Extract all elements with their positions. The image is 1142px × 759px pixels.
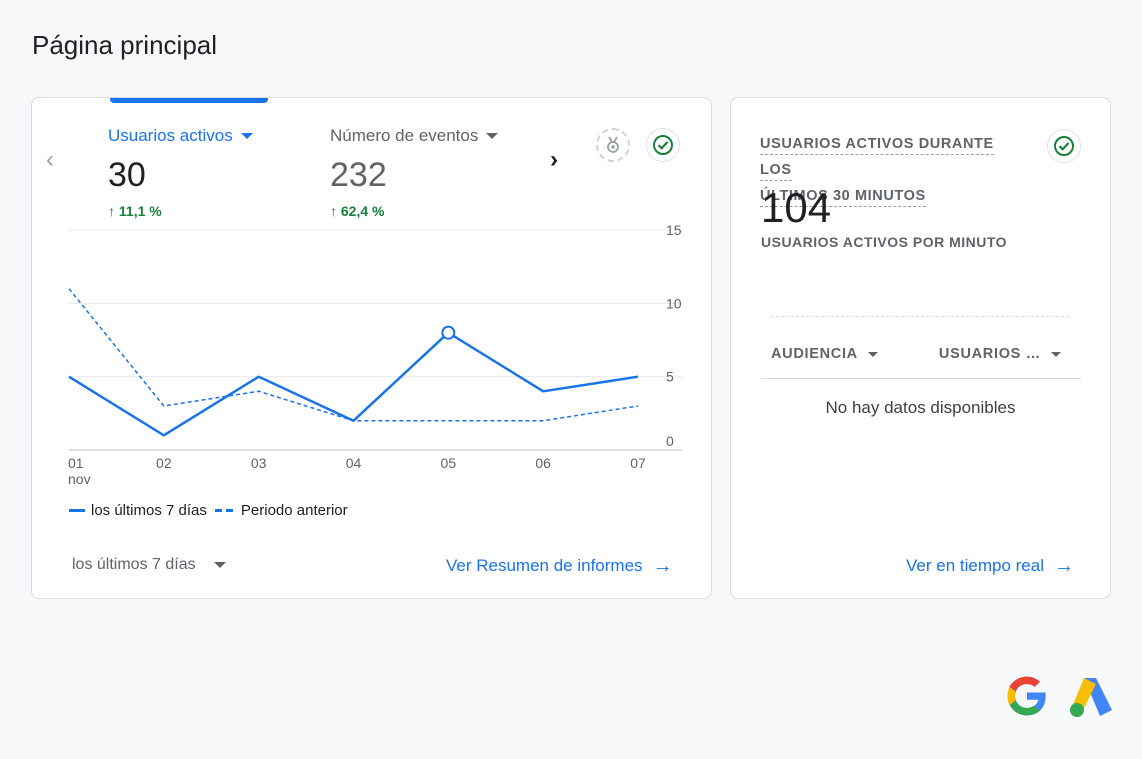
view-reports-link[interactable]: Ver Resumen de informes → xyxy=(446,556,673,576)
x-tick-label: 01 xyxy=(68,455,84,471)
legend-dashed-line xyxy=(214,509,235,512)
caret-down-icon xyxy=(213,562,226,568)
legend-label: los últimos 7 días xyxy=(91,502,207,519)
x-tick-label: 06 xyxy=(535,455,551,471)
page-title: Página principal xyxy=(32,30,218,60)
realtime-value: 104 xyxy=(761,184,832,231)
legend-item-previous: Periodo anterior xyxy=(214,502,348,519)
arrow-right-icon: → xyxy=(652,555,673,577)
x-tick-label: 03 xyxy=(251,455,267,471)
overview-card: ‹ Usuarios activos 30 ↑ 11,1 % Número de… xyxy=(31,97,712,599)
legend-solid-line xyxy=(69,509,85,512)
column-label: AUDIENCIA xyxy=(771,346,858,362)
link-label: Ver en tiempo real xyxy=(906,556,1044,575)
x-tick-label: 07 xyxy=(630,455,646,471)
chart-legend: los últimos 7 días Periodo anterior xyxy=(69,502,356,519)
google-ads-logo-icon xyxy=(1070,678,1112,717)
date-range-dropdown[interactable]: los últimos 7 días xyxy=(72,556,226,574)
y-tick-label: 10 xyxy=(666,295,682,311)
date-range-label: los últimos 7 días xyxy=(72,556,196,573)
users-line-chart: 15 10 5 0 01 02 03 04 05 06 07 nov xyxy=(68,222,682,487)
check-circle-icon[interactable] xyxy=(1047,129,1081,163)
y-tick-label: 0 xyxy=(666,433,674,449)
brand-logos xyxy=(1002,672,1116,720)
caret-down-icon xyxy=(1051,351,1061,357)
x-tick-label: 05 xyxy=(441,455,457,471)
link-label: Ver Resumen de informes xyxy=(446,556,643,575)
realtime-subtitle: USUARIOS ACTIVOS POR MINUTO xyxy=(761,234,1008,250)
y-tick-label: 5 xyxy=(666,369,674,385)
highlight-point xyxy=(441,325,456,340)
realtime-title-line1: USUARIOS ACTIVOS DURANTE LOS xyxy=(760,136,994,181)
series-line-current xyxy=(68,331,639,437)
divider xyxy=(761,378,1081,379)
legend-item-current: los últimos 7 días xyxy=(69,502,207,519)
x-tick-label: 02 xyxy=(156,455,172,471)
arrow-right-icon: → xyxy=(1053,555,1074,577)
x-tick-sublabel: nov xyxy=(68,471,91,487)
realtime-table-header: AUDIENCIA USUARIOS … xyxy=(771,346,1061,362)
audience-column-dropdown[interactable]: AUDIENCIA xyxy=(771,346,878,362)
legend-label: Periodo anterior xyxy=(240,502,348,519)
x-tick-label: 04 xyxy=(346,455,362,471)
users-column-dropdown[interactable]: USUARIOS … xyxy=(939,346,1061,362)
view-realtime-link[interactable]: Ver en tiempo real → xyxy=(906,556,1074,576)
column-label: USUARIOS … xyxy=(938,346,1041,362)
caret-down-icon xyxy=(867,351,878,357)
y-tick-label: 15 xyxy=(666,222,682,238)
series-line-previous xyxy=(68,288,639,422)
realtime-card: USUARIOS ACTIVOS DURANTE LOS ÚLTIMOS 30 … xyxy=(730,97,1111,599)
sparkline-placeholder xyxy=(771,316,1069,317)
empty-state-text: No hay datos disponibles xyxy=(825,398,1016,417)
google-logo-icon xyxy=(1007,676,1047,716)
